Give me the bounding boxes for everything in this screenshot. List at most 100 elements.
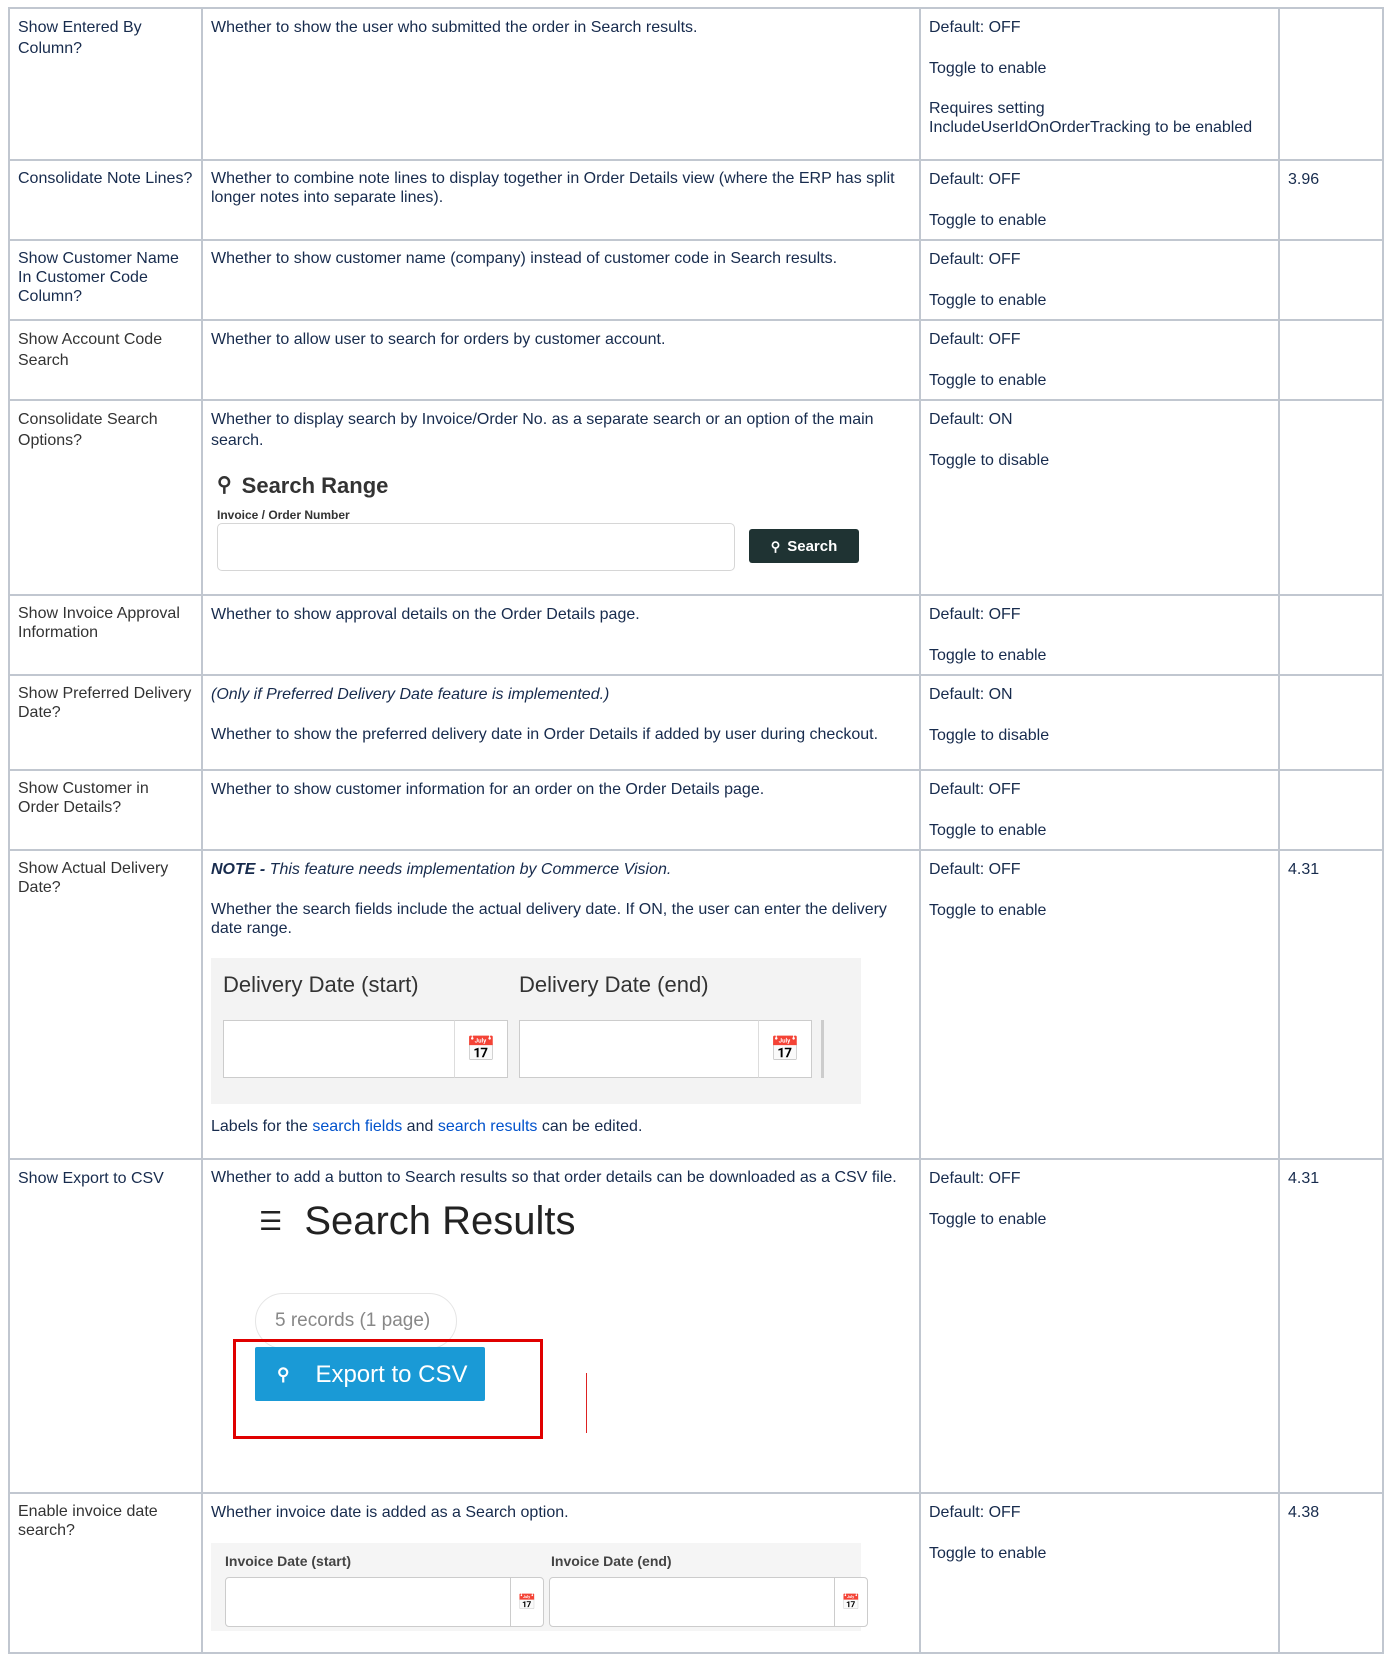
default-value: Default: OFF (929, 781, 1021, 798)
setting-name: Show Invoice Approval Information (18, 605, 180, 641)
setting-name-cell: Show Invoice Approval Information (8, 594, 203, 676)
description-cell: Whether to show approval details on the … (201, 594, 921, 676)
description: Whether to show the user who submitted t… (211, 19, 698, 36)
toggle-hint: Toggle to enable (929, 1545, 1047, 1562)
setting-name-cell: Show Actual Delivery Date? (8, 849, 203, 1160)
labels-text: and (402, 1118, 438, 1135)
cropped-field-edge (821, 1020, 824, 1078)
default-value: Default: OFF (929, 331, 1021, 348)
search-fields-link[interactable]: search fields (312, 1118, 402, 1135)
default-value: Default: OFF (929, 171, 1021, 188)
version-cell (1278, 399, 1384, 596)
order-number-input[interactable] (217, 523, 735, 571)
divider-mark (586, 1373, 587, 1433)
description: Whether to show the preferred delivery d… (211, 726, 879, 743)
table-row: Show Invoice Approval Information Whethe… (8, 594, 1384, 676)
setting-name-cell: Show Preferred Delivery Date? (8, 674, 203, 771)
default-cell: Default: ON Toggle to disable (919, 674, 1280, 771)
search-results-title: Search Results (304, 1199, 576, 1243)
default-value: Default: OFF (929, 1504, 1021, 1521)
delivery-start-label: Delivery Date (start) (223, 972, 419, 997)
invoice-start-input[interactable] (225, 1577, 511, 1627)
delivery-start-input[interactable] (223, 1020, 455, 1078)
default-cell: Default: OFF Toggle to enable (919, 159, 1280, 241)
setting-name: Show Entered By Column? (18, 19, 142, 57)
version-cell (1278, 674, 1384, 771)
settings-table: Show Entered By Column? Whether to show … (8, 7, 1384, 1654)
search-icon: ⚲ (770, 538, 781, 554)
version: 4.31 (1288, 861, 1320, 878)
description: Whether to allow user to search for orde… (211, 331, 666, 348)
default-cell: Default: OFF Toggle to enable (919, 239, 1280, 321)
toggle-hint: Toggle to enable (929, 1211, 1047, 1228)
labels-text: can be edited. (537, 1118, 643, 1135)
default-value: Default: OFF (929, 861, 1021, 878)
invoice-start-label: Invoice Date (start) (225, 1553, 352, 1569)
description-cell: Whether to show the user who submitted t… (201, 7, 921, 161)
search-button-label: Search (787, 537, 838, 555)
description-cell: Whether to allow user to search for orde… (201, 319, 921, 401)
toggle-hint: Toggle to enable (929, 372, 1047, 389)
description-cell: Whether to display search by Invoice/Ord… (201, 399, 921, 596)
search-results-link[interactable]: search results (438, 1118, 538, 1135)
default-cell: Default: OFF Toggle to enable (919, 769, 1280, 851)
description-cell: NOTE - This feature needs implementation… (201, 849, 921, 1160)
table-row: Show Customer in Order Details? Whether … (8, 769, 1384, 851)
toggle-hint: Toggle to enable (929, 60, 1047, 77)
version-cell: 4.31 (1278, 849, 1384, 1160)
delivery-end-input[interactable] (519, 1020, 759, 1078)
labels-note: Labels for the search fields and search … (211, 1116, 911, 1137)
default-cell: Default: OFF Toggle to enable (919, 1492, 1280, 1654)
description: Whether to display search by Invoice/Ord… (211, 411, 874, 449)
toggle-hint: Toggle to enable (929, 647, 1047, 664)
setting-name-cell: Show Customer Name In Customer Code Colu… (8, 239, 203, 321)
invoice-date-screenshot: Invoice Date (start) Invoice Date (end) … (211, 1543, 868, 1631)
description: Whether to show approval details on the … (211, 606, 640, 623)
default-value: Default: OFF (929, 251, 1021, 268)
toggle-hint: Toggle to enable (929, 212, 1047, 229)
default-value: Default: OFF (929, 1170, 1021, 1187)
version-cell (1278, 7, 1384, 161)
invoice-end-input[interactable] (549, 1577, 835, 1627)
table-row: Show Account Code Search Whether to allo… (8, 319, 1384, 401)
version-cell: 3.96 (1278, 159, 1384, 241)
requirement-note: Requires setting IncludeUserIdOnOrderTra… (929, 100, 1253, 136)
description-cell: Whether to combine note lines to display… (201, 159, 921, 241)
search-range-screenshot: ⚲ Search Range Invoice / Order Number ⚲ Se… (211, 471, 871, 583)
version: 4.38 (1288, 1504, 1320, 1521)
setting-name-cell: Show Customer in Order Details? (8, 769, 203, 851)
setting-name: Show Actual Delivery Date? (18, 860, 169, 896)
setting-name-cell: Show Entered By Column? (8, 7, 203, 161)
table-row: Enable invoice date search? Whether invo… (8, 1492, 1384, 1654)
table-row: Show Customer Name In Customer Code Colu… (8, 239, 1384, 321)
description: Whether to show customer name (company) … (211, 250, 838, 267)
toggle-hint: Toggle to enable (929, 822, 1047, 839)
calendar-icon[interactable]: 📅 (834, 1577, 868, 1627)
highlight-box (233, 1339, 543, 1439)
delivery-date-screenshot: Delivery Date (start) Delivery Date (end… (211, 958, 861, 1104)
setting-name: Enable invoice date search? (18, 1503, 158, 1539)
note-label: NOTE - (211, 861, 266, 878)
table-row: Show Export to CSV Whether to add a butt… (8, 1158, 1384, 1494)
calendar-icon[interactable]: 📅 (510, 1577, 544, 1627)
default-cell: Default: OFF Toggle to enable (919, 319, 1280, 401)
default-cell: Default: ON Toggle to disable (919, 399, 1280, 596)
setting-name: Show Account Code Search (18, 331, 163, 369)
toggle-hint: Toggle to enable (929, 902, 1047, 919)
description: Whether to combine note lines to display… (211, 170, 895, 206)
search-button[interactable]: ⚲ Search (749, 529, 859, 563)
table-row: Show Preferred Delivery Date? (Only if P… (8, 674, 1384, 771)
version-cell: 4.38 (1278, 1492, 1384, 1654)
list-icon: ☰ (259, 1206, 283, 1236)
version-cell (1278, 319, 1384, 401)
setting-name-cell: Show Export to CSV (8, 1158, 203, 1494)
invoice-end-label: Invoice Date (end) (551, 1553, 672, 1569)
default-value: Default: ON (929, 686, 1013, 703)
setting-name: Show Export to CSV (18, 1170, 164, 1187)
description: Whether the search fields include the ac… (211, 901, 887, 937)
table-row: Consolidate Search Options? Whether to d… (8, 399, 1384, 596)
calendar-icon[interactable]: 📅 (454, 1020, 508, 1078)
description-cell: (Only if Preferred Delivery Date feature… (201, 674, 921, 771)
setting-name: Show Customer Name In Customer Code Colu… (18, 250, 179, 305)
calendar-icon[interactable]: 📅 (758, 1020, 812, 1078)
